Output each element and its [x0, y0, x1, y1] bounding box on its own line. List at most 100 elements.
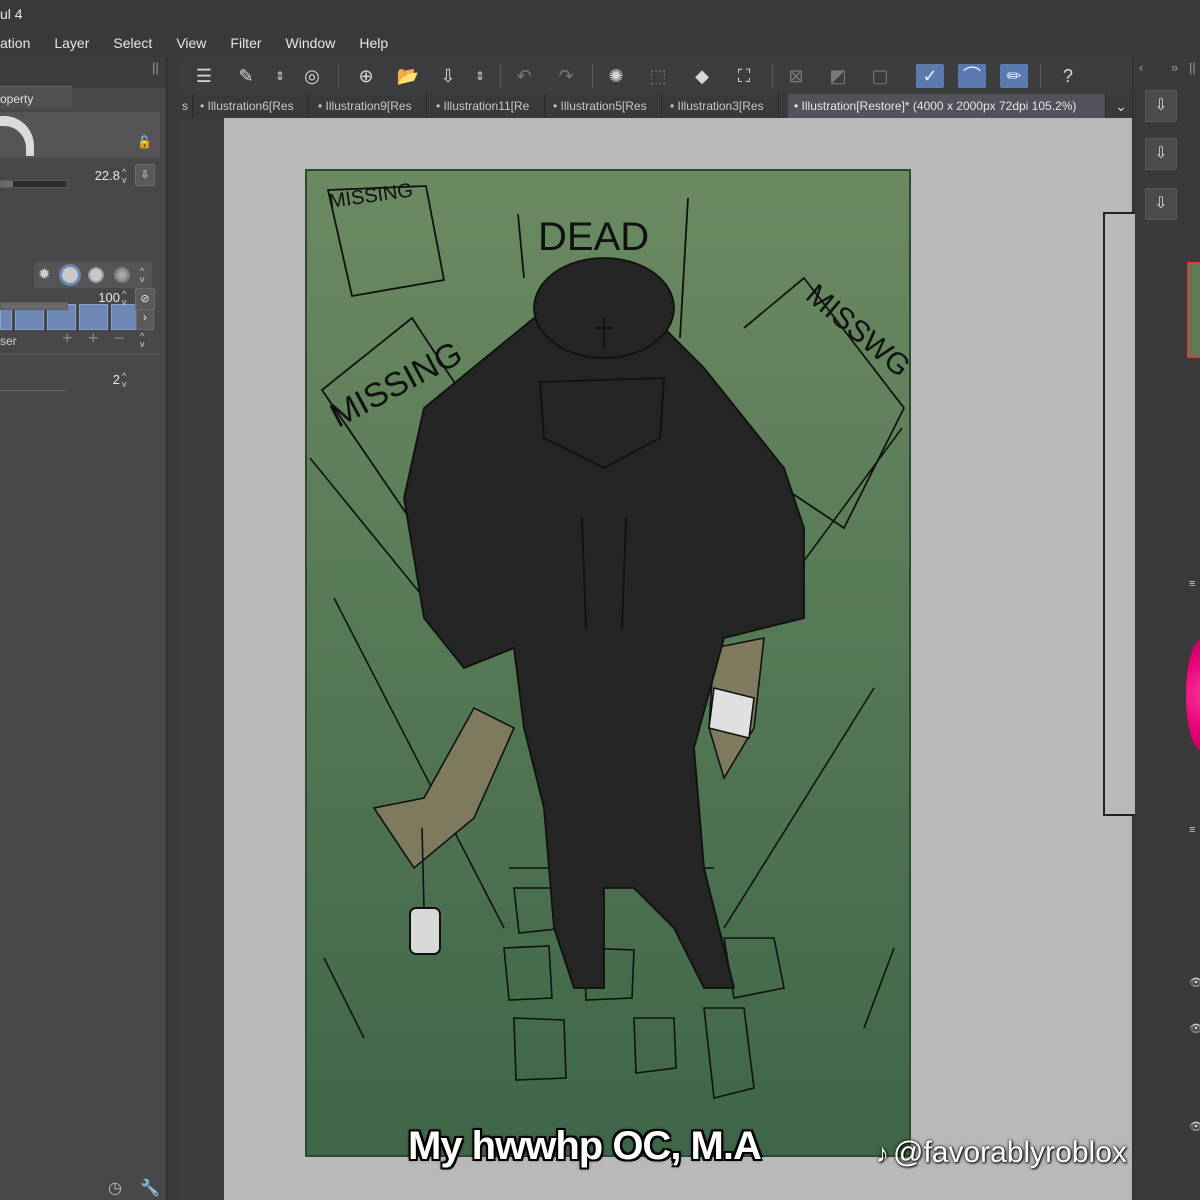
menu-animation[interactable]: ation	[0, 35, 30, 51]
menu-view[interactable]: View	[176, 35, 206, 51]
title-bar: ul 4	[0, 0, 1200, 28]
eye-icon[interactable]: 👁	[1189, 1120, 1200, 1133]
brush-stroke-preview	[0, 112, 160, 158]
updown2-icon[interactable]: ⇕	[466, 64, 494, 88]
import-icon[interactable]: ⇩	[1145, 138, 1177, 170]
divider-icon: ≡	[1189, 578, 1196, 590]
redo-icon[interactable]: ↷	[552, 64, 580, 88]
navigator-frame	[1103, 212, 1135, 816]
artwork[interactable]: MISSING DEAD MISSING MISSWG	[304, 168, 912, 1158]
tab-illustration-restore[interactable]: • Illustration[Restore]* (4000 x 2000px …	[788, 94, 1106, 118]
pen-select-icon[interactable]: ✓	[916, 64, 944, 88]
chevron-left-icon[interactable]: ‹	[1139, 60, 1143, 75]
tool-property-panel: || operty 🔓 22.8 ^ v ⇩ ✹ ^ v › 100 ^ v ⊘ se…	[0, 58, 167, 1200]
tab-partial[interactable]: s	[182, 94, 193, 118]
tab-illustration3[interactable]: • Illustration3[Res	[670, 94, 779, 118]
stabilization-value[interactable]: 2	[96, 372, 120, 387]
deselect-icon[interactable]: ⬚	[644, 64, 672, 88]
app-title: ul 4	[0, 6, 23, 22]
right-panel-header: ‹ » ||	[1133, 58, 1200, 80]
brush-tip-selector: ✹ ^ v	[34, 262, 152, 288]
menu-layer[interactable]: Layer	[54, 35, 89, 51]
dog-tag	[409, 907, 441, 955]
import-icon[interactable]: ⇩	[1145, 188, 1177, 220]
updown-icon[interactable]: ⇕	[266, 64, 294, 88]
toolbar-divider	[1040, 64, 1041, 88]
chevron-down-icon[interactable]: ⌄	[1110, 94, 1132, 118]
lock-icon[interactable]: 🔓	[137, 135, 152, 149]
size-dropdown-button[interactable]: ⇩	[135, 164, 155, 186]
opacity-spinner-icon[interactable]: ^ v	[122, 290, 127, 307]
add-icon[interactable]: +	[62, 328, 73, 349]
undo-icon[interactable]: ↶	[510, 64, 538, 88]
eye-icon[interactable]: 👁	[1189, 1022, 1200, 1035]
opacity-slider[interactable]	[0, 302, 68, 310]
tip-soft-icon[interactable]	[114, 267, 130, 283]
clear-icon[interactable]: ⊠	[782, 64, 810, 88]
minus-icon[interactable]: −	[114, 328, 125, 349]
stabilization-slider[interactable]	[0, 390, 66, 391]
size-spinner-icon[interactable]: ^ v	[122, 168, 127, 185]
toolbar-divider	[592, 64, 593, 88]
tab-illustration5[interactable]: • Illustration5[Res	[553, 94, 662, 118]
gear-icon[interactable]: ✹	[38, 265, 51, 283]
tab-illustration6[interactable]: • Illustration6[Res	[200, 94, 309, 118]
brush-size-slider[interactable]	[0, 180, 68, 188]
tool-property-tab[interactable]: operty	[0, 86, 72, 109]
border-icon[interactable]: ▢	[866, 64, 894, 88]
wrench-icon[interactable]: 🔧	[140, 1178, 160, 1198]
brush-size-value[interactable]: 22.8	[80, 168, 120, 183]
document-tabs: s • Illustration6[Res • Illustration9[Re…	[182, 94, 1132, 119]
save-icon[interactable]: ⇩	[434, 64, 462, 88]
eraser-spinner-icon[interactable]: ^ v	[140, 332, 145, 349]
command-bar: ☰ ✎ ⇕ ◎ ⊕ 📂 ⇩ ⇕ ↶ ↷ ✺ ⬚ ◆ ⛶ ⊠ ◩ ▢ ✓ ⌒ ✏ …	[182, 58, 1132, 94]
loading-icon[interactable]: ✺	[602, 64, 630, 88]
new-canvas-icon[interactable]: ⊕	[352, 64, 380, 88]
menu-filter[interactable]: Filter	[230, 35, 261, 51]
spiral-icon[interactable]: ◎	[298, 64, 326, 88]
menu-icon[interactable]: ☰	[190, 64, 218, 88]
poster-text-dead: DEAD	[538, 215, 649, 259]
tip-medium-icon[interactable]	[88, 267, 104, 283]
tiktok-logo-icon: ♪	[876, 1137, 889, 1168]
tip-hard-icon[interactable]	[62, 267, 78, 283]
right-panel-strip: ‹ » || ⇩ ⇩ ⇩ ≡ ≡ 👁 👁 👁	[1103, 58, 1200, 1200]
panel-footer: ◷ 🔧	[0, 1170, 166, 1200]
watermark-handle: @favorablyroblox	[893, 1136, 1127, 1169]
brush-icon[interactable]: ⌒	[958, 64, 986, 88]
eraser-label: ser	[0, 334, 17, 348]
toolbar-divider	[772, 64, 773, 88]
eye-icon[interactable]: 👁	[1189, 976, 1200, 989]
opacity-link-button[interactable]: ⊘	[135, 288, 155, 310]
history-icon[interactable]: ◷	[108, 1178, 122, 1198]
canvas-area[interactable]: MISSING DEAD MISSING MISSWG	[182, 118, 1132, 1200]
chevron-right-icon[interactable]: »	[1171, 60, 1178, 75]
menu-help[interactable]: Help	[359, 35, 388, 51]
opacity-value[interactable]: 100	[80, 290, 120, 305]
toolbar-divider	[500, 64, 501, 88]
invert-icon[interactable]: ◩	[824, 64, 852, 88]
video-caption: My hwwhp OC, M.A	[408, 1124, 762, 1168]
tool-property-tab-label: operty	[0, 92, 34, 106]
tab-illustration11[interactable]: • Illustration11[Re	[436, 94, 545, 118]
open-folder-icon[interactable]: 📂	[394, 64, 422, 88]
import-icon[interactable]: ⇩	[1145, 90, 1177, 122]
bandage	[708, 687, 755, 739]
swatch[interactable]	[79, 304, 108, 330]
transform-icon[interactable]: ⛶	[730, 64, 758, 88]
fill-icon[interactable]: ◆	[688, 64, 716, 88]
panel-grip-icon[interactable]: ||	[152, 60, 159, 75]
toolbar-divider	[338, 64, 339, 88]
menu-bar: ation Layer Select View Filter Window He…	[0, 28, 1200, 58]
panel-grip-icon[interactable]: ||	[1189, 60, 1196, 75]
brush-settings-icon[interactable]: ✎	[232, 64, 260, 88]
menu-window[interactable]: Window	[286, 35, 336, 51]
stabilization-spinner-icon[interactable]: ^ v	[122, 372, 127, 389]
menu-select[interactable]: Select	[113, 35, 152, 51]
tip-spinner-icon[interactable]: ^ v	[140, 267, 145, 284]
tab-illustration9[interactable]: • Illustration9[Res	[318, 94, 427, 118]
help-icon[interactable]: ?	[1054, 64, 1082, 88]
navigator-thumbnail[interactable]	[1187, 262, 1200, 358]
pencil-icon[interactable]: ✏	[1000, 64, 1028, 88]
add-icon[interactable]: +	[88, 328, 99, 349]
